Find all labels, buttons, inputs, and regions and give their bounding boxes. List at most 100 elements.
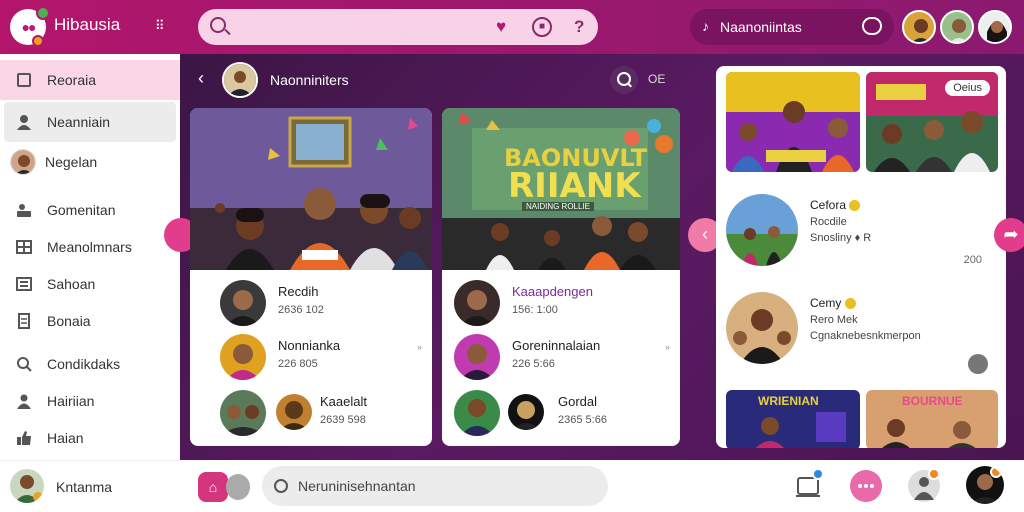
avatar <box>220 280 266 326</box>
video-card[interactable]: Recdih 2636 102 Nonnianka 226 805 » Kaae… <box>190 108 432 446</box>
back-arrow-icon[interactable]: ‹ <box>198 68 204 89</box>
copy-icon[interactable] <box>968 354 988 374</box>
sidebar-item-label: Negelan <box>45 154 98 170</box>
message-input-container[interactable] <box>262 466 608 506</box>
profile-button[interactable] <box>908 468 940 502</box>
list-item-meta: 226 805 <box>278 358 318 370</box>
list-item[interactable]: Goreninnalaian 226 5:66 » <box>442 330 680 386</box>
chat-bubble-button[interactable] <box>850 470 882 502</box>
chat-bubble-icon <box>858 484 874 488</box>
avatar-image <box>912 19 930 42</box>
avatar[interactable] <box>222 62 258 98</box>
avatar-image <box>950 19 968 42</box>
sidebar-item-haian[interactable]: Haian <box>0 418 180 458</box>
list-item-meta: 2365 5:66 <box>558 414 607 426</box>
sidebar-item-label: Sahoan <box>47 276 96 292</box>
sidebar-item-label: Neanniain <box>47 114 111 130</box>
sidebar: Reoraia Neanniain Negelan Gomenitan Mean… <box>0 54 180 460</box>
user-pill[interactable]: ♪ Naanoniintas <box>690 9 894 45</box>
expand-icon[interactable]: » <box>417 342 422 352</box>
thumbnail-title: BOURNUE <box>902 394 963 408</box>
user-pill-name: Naanoniintas <box>720 19 802 35</box>
search-icon[interactable] <box>610 66 638 94</box>
list-icon <box>16 276 32 292</box>
sticker-icon[interactable] <box>226 474 250 500</box>
sidebar-toggle-button[interactable]: ⠿ <box>155 18 165 34</box>
verified-badge-icon <box>844 298 856 310</box>
sidebar-item-label: Hairiian <box>47 393 95 409</box>
avatar[interactable] <box>966 466 1004 504</box>
notification-badge <box>928 468 940 480</box>
avatar <box>10 149 36 175</box>
notification-badge <box>812 468 824 480</box>
banner-text: RIIANK <box>508 166 641 206</box>
avatar <box>220 390 266 436</box>
list-item-detail: Cgnaknebesnkmerpon <box>810 330 921 342</box>
video-thumbnail[interactable] <box>190 108 432 270</box>
user-card-icon <box>16 202 32 218</box>
device-button[interactable] <box>794 468 826 502</box>
video-card[interactable]: BAONUVLT RIIANK NAIDING ROLLIE Kaaapdeng… <box>442 108 680 446</box>
main-area: ‹ Naonniniters OE Recdih 2636 102 Nonnia… <box>164 54 1024 460</box>
chat-header: ‹ Naonniniters OE <box>180 54 700 104</box>
list-item-name: Recdih <box>278 284 319 299</box>
more-options-button[interactable]: OE <box>648 72 665 86</box>
chat-icon[interactable] <box>862 17 882 35</box>
top-bar: ●● Hibausia ⠿ ♥ ■ ? ♪ Naanoniintas <box>0 0 1024 54</box>
thumbnail-title: WRIENIAN <box>758 394 819 408</box>
avatar <box>10 469 44 503</box>
list-item-name: Gordal <box>558 394 598 409</box>
list-item[interactable]: Gordal 2365 5:66 <box>442 386 680 442</box>
notification-badge <box>990 466 1002 478</box>
sidebar-item-negelan[interactable]: Negelan <box>0 142 180 182</box>
camera-icon[interactable]: ■ <box>532 17 552 37</box>
sidebar-item-reoraia[interactable]: Reoraia <box>0 60 180 100</box>
list-item-name: Cemy <box>810 296 856 310</box>
sidebar-footer[interactable]: Kntanma <box>0 460 180 512</box>
avatar <box>454 280 500 326</box>
avatar <box>454 334 500 380</box>
message-input[interactable] <box>298 476 598 496</box>
expand-icon[interactable]: » <box>665 342 670 352</box>
video-thumbnail[interactable] <box>726 72 860 172</box>
search-bar[interactable]: ♥ ■ ? <box>198 9 598 45</box>
avatar-image <box>987 21 1007 42</box>
sidebar-item-meanolmnars[interactable]: Meanolmnars <box>0 227 180 267</box>
avatar[interactable] <box>940 10 974 44</box>
list-item[interactable]: Kaaelalt 2639 598 <box>190 386 432 442</box>
list-item[interactable]: Nonnianka 226 805 » <box>190 330 432 386</box>
current-user-name: Kntanma <box>56 479 113 495</box>
list-item-subtitle: Rero Mek <box>810 314 858 326</box>
sidebar-item-neanniain[interactable]: Neanniain <box>4 102 176 142</box>
next-arrow-button[interactable]: ➦ <box>994 218 1024 252</box>
thumbnail-tag: Oeius <box>945 80 990 96</box>
list-item[interactable]: Recdih 2636 102 <box>190 276 432 332</box>
list-item-name: Cefora <box>810 198 861 212</box>
sidebar-item-hairiian[interactable]: Hairiian <box>0 381 180 421</box>
avatar <box>726 292 798 364</box>
thumbnail-image <box>726 72 860 172</box>
video-thumbnail[interactable]: BOURNUE <box>866 390 998 448</box>
list-item-name: Nonnianka <box>278 338 341 353</box>
video-thumbnail[interactable]: Oeius <box>866 72 998 172</box>
avatar[interactable] <box>902 10 936 44</box>
video-thumbnail[interactable]: WRIENIAN <box>726 390 860 448</box>
list-item[interactable]: Cefora Rocdile Snosliny ♦ R 200 <box>716 194 1006 290</box>
list-item-name: Kaaapdengen <box>512 284 593 299</box>
attach-media-button[interactable]: ⌂ <box>198 472 228 502</box>
list-item[interactable]: Cemy Rero Mek Cgnaknebesnkmerpon <box>716 292 1006 388</box>
sidebar-item-condikdaks[interactable]: Condikdaks <box>0 344 180 384</box>
notification-badge <box>32 35 44 47</box>
sidebar-item-label: Meanolmnars <box>47 239 132 255</box>
list-item[interactable]: Kaaapdengen 156: 1:00 <box>442 276 680 332</box>
help-icon[interactable]: ? <box>574 17 584 37</box>
heart-icon[interactable]: ♥ <box>496 17 506 37</box>
sidebar-item-sahoan[interactable]: Sahoan <box>0 264 180 304</box>
grid-icon <box>16 239 32 255</box>
sidebar-item-bonaia[interactable]: Bonaia <box>0 301 180 341</box>
sidebar-item-label: Condikdaks <box>47 356 121 372</box>
sidebar-item-gomenitan[interactable]: Gomenitan <box>0 190 180 230</box>
avatar[interactable] <box>978 10 1012 44</box>
video-thumbnail[interactable]: BAONUVLT RIIANK NAIDING ROLLIE <box>442 108 680 270</box>
app-logo[interactable]: ●● <box>10 6 50 47</box>
